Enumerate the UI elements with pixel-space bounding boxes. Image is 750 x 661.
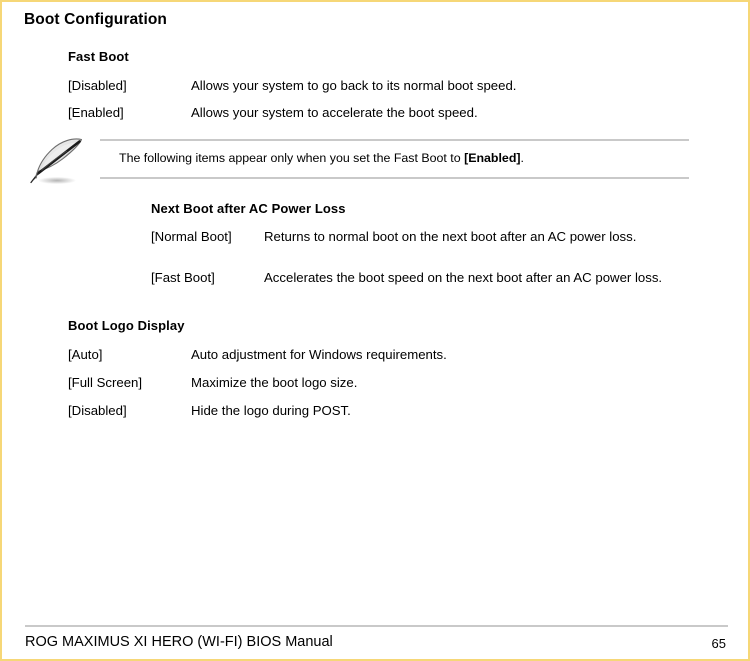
option-description: Maximize the boot logo size. xyxy=(191,375,358,390)
note-text: The following items appear only when you… xyxy=(119,151,524,165)
option-description: Auto adjustment for Windows requirements… xyxy=(191,347,447,362)
option-description: Accelerates the boot speed on the next b… xyxy=(264,270,663,285)
option-key: [Full Screen] xyxy=(68,375,143,390)
option-description: Allows your system to accelerate the boo… xyxy=(191,105,478,120)
note-text-prefix: The following items appear only when you… xyxy=(119,151,465,165)
option-row: [Enabled] Allows your system to accelera… xyxy=(68,103,688,122)
section-heading-fast-boot: Fast Boot xyxy=(68,49,129,64)
note-callout: The following items appear only when you… xyxy=(2,133,748,191)
note-pencil-icon xyxy=(23,135,95,189)
note-rule-top xyxy=(100,139,689,141)
note-text-emphasis: [Enabled] xyxy=(464,151,521,165)
page-title: Boot Configuration xyxy=(24,11,167,28)
option-description: Hide the logo during POST. xyxy=(191,403,351,418)
option-row: [Fast Boot] Accelerates the boot speed o… xyxy=(151,268,685,287)
option-row: [Disabled] Hide the logo during POST. xyxy=(68,401,688,420)
footer-divider xyxy=(25,625,728,627)
note-rule-bottom xyxy=(100,177,689,179)
page-content: Boot Configuration Fast Boot [Disabled] … xyxy=(2,2,748,659)
option-row: [Normal Boot] Returns to normal boot on … xyxy=(151,227,685,246)
option-key: [Enabled] xyxy=(68,105,124,120)
option-key: [Disabled] xyxy=(68,403,127,418)
subsection-heading-next-boot: Next Boot after AC Power Loss xyxy=(151,201,346,216)
option-row: [Auto] Auto adjustment for Windows requi… xyxy=(68,345,688,364)
option-key: [Disabled] xyxy=(68,78,127,93)
option-key: [Auto] xyxy=(68,347,103,362)
option-row: [Disabled] Allows your system to go back… xyxy=(68,76,688,95)
option-description: Returns to normal boot on the next boot … xyxy=(264,229,637,244)
option-key: [Fast Boot] xyxy=(151,270,215,285)
footer-manual-title: ROG MAXIMUS XI HERO (WI-FI) BIOS Manual xyxy=(25,634,333,650)
footer-page-number: 65 xyxy=(711,636,726,651)
note-text-suffix: . xyxy=(520,151,524,165)
manual-page: Boot Configuration Fast Boot [Disabled] … xyxy=(0,0,750,661)
option-description: Allows your system to go back to its nor… xyxy=(191,78,517,93)
option-row: [Full Screen] Maximize the boot logo siz… xyxy=(68,373,688,392)
option-key: [Normal Boot] xyxy=(151,229,232,244)
section-heading-boot-logo-display: Boot Logo Display xyxy=(68,318,185,333)
